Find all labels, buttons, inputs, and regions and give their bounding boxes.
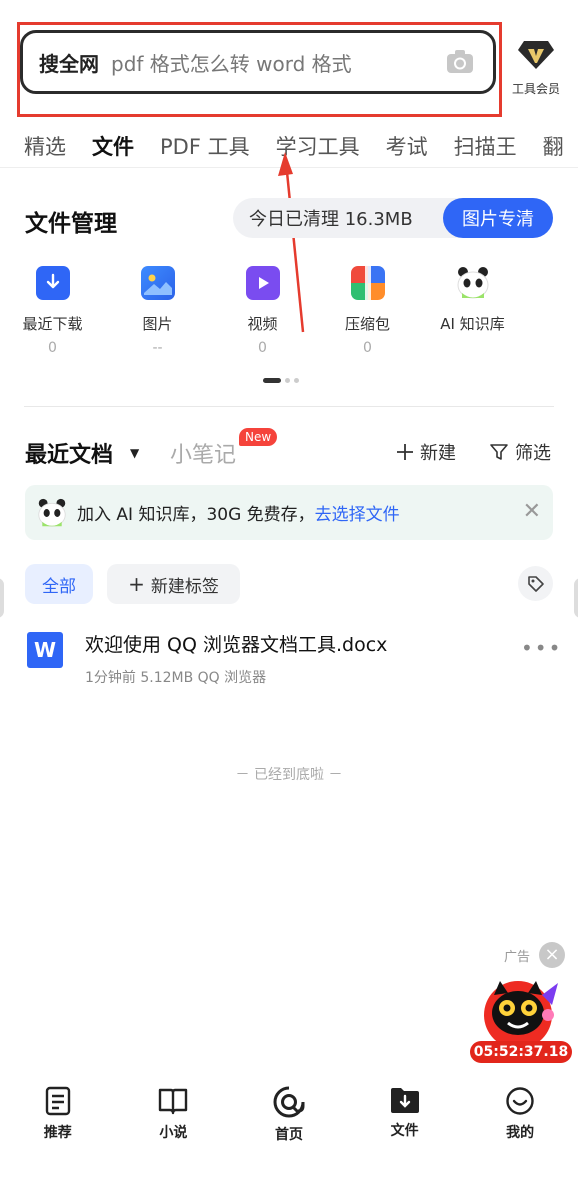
ad-timer: 05:52:37.18 bbox=[470, 1041, 572, 1063]
category-name: 视频 bbox=[247, 315, 278, 333]
plus-icon bbox=[397, 444, 413, 460]
image-icon bbox=[140, 266, 175, 300]
top-tabs: 精选 文件 PDF 工具 学习工具 考试 扫描王 翻 bbox=[0, 124, 578, 168]
image-clean-button[interactable]: 图片专清 bbox=[443, 198, 553, 238]
tab-featured[interactable]: 精选 bbox=[24, 131, 66, 161]
page-dot bbox=[285, 377, 290, 383]
tab-pdf-tools[interactable]: PDF 工具 bbox=[160, 131, 250, 161]
nav-files[interactable]: 文件 bbox=[347, 1080, 463, 1160]
chip-new-tag[interactable]: + 新建标签 bbox=[107, 564, 240, 604]
close-icon[interactable]: ✕ bbox=[523, 501, 541, 523]
bottom-nav: 推荐 小说 首页 文件 我的 bbox=[0, 1080, 578, 1160]
folder-icon bbox=[390, 1088, 419, 1113]
tab-exam[interactable]: 考试 bbox=[386, 131, 428, 161]
plus-icon: + bbox=[128, 572, 145, 596]
category-count: 0 bbox=[363, 340, 372, 356]
edge-handle-right bbox=[574, 578, 578, 618]
new-label: 新建 bbox=[420, 443, 456, 464]
nav-recommend[interactable]: 推荐 bbox=[0, 1080, 116, 1160]
category-images[interactable]: 图片 -- bbox=[105, 262, 210, 362]
panda-icon bbox=[456, 266, 490, 300]
category-count: -- bbox=[152, 340, 163, 356]
category-name: 图片 bbox=[142, 315, 173, 333]
category-videos[interactable]: 视频 0 bbox=[210, 262, 315, 362]
home-icon bbox=[273, 1086, 305, 1118]
doc-meta: 1分钟前 5.12MB QQ 浏览器 bbox=[85, 670, 267, 686]
search-bar[interactable]: 搜全网 pdf 格式怎么转 word 格式 bbox=[20, 30, 496, 94]
new-badge: New bbox=[239, 428, 278, 446]
chip-all[interactable]: 全部 bbox=[25, 564, 93, 604]
category-count: 0 bbox=[48, 340, 57, 356]
ad-cat-mascot-icon[interactable] bbox=[478, 975, 564, 1045]
tag-icon[interactable] bbox=[518, 566, 553, 601]
page-dot-active bbox=[263, 377, 281, 383]
category-ai-knowledge[interactable]: AI 知识库 bbox=[420, 262, 525, 362]
doc-name[interactable]: 欢迎使用 QQ 浏览器文档工具.docx bbox=[85, 630, 387, 657]
filter-button[interactable]: 筛选 bbox=[489, 439, 551, 465]
category-name: 压缩包 bbox=[344, 315, 390, 333]
filter-label: 筛选 bbox=[515, 443, 551, 464]
category-count: 0 bbox=[258, 340, 267, 356]
archive-icon bbox=[350, 266, 385, 300]
banner-link[interactable]: 去选择文件 bbox=[315, 500, 400, 525]
recent-docs-tab[interactable]: 最近文档 bbox=[25, 437, 113, 469]
nav-profile[interactable]: 我的 bbox=[462, 1080, 578, 1160]
filter-icon bbox=[490, 444, 508, 460]
nav-label: 小说 bbox=[159, 1125, 188, 1141]
end-of-list: － 已经到底啦 － bbox=[235, 767, 343, 783]
vip-label: 工具会员 bbox=[511, 82, 560, 96]
file-category-grid: 最近下载 0 图片 -- 视频 0 压缩包 0 AI 知识库 bbox=[0, 262, 578, 362]
word-doc-icon: W bbox=[27, 632, 63, 668]
banner-text: 加入 AI 知识库，30G 免费存， bbox=[77, 505, 315, 525]
page-indicator bbox=[263, 377, 299, 383]
category-name: AI 知识库 bbox=[440, 315, 505, 333]
edge-handle-left bbox=[0, 578, 4, 618]
ad-label: 广告 bbox=[504, 950, 531, 965]
nav-label: 我的 bbox=[506, 1125, 535, 1141]
book-icon bbox=[159, 1088, 188, 1115]
video-icon bbox=[245, 266, 280, 300]
cleaner-bar[interactable]: 今日已清理 16.3MB 图片专清 bbox=[233, 198, 553, 238]
ad-close-icon[interactable]: × bbox=[539, 942, 565, 968]
tool-vip[interactable]: 工具会员 bbox=[505, 38, 567, 100]
tab-files[interactable]: 文件 bbox=[92, 131, 134, 161]
file-management-title: 文件管理 bbox=[25, 211, 117, 237]
nav-home[interactable]: 首页 bbox=[231, 1080, 347, 1160]
category-archives[interactable]: 压缩包 0 bbox=[315, 262, 420, 362]
notes-tab[interactable]: 小笔记 bbox=[170, 437, 236, 469]
tab-translate[interactable]: 翻 bbox=[543, 131, 564, 161]
category-name: 最近下载 bbox=[22, 315, 83, 333]
new-button[interactable]: 新建 bbox=[396, 439, 456, 465]
status-area bbox=[0, 0, 578, 10]
chip-new-tag-label: 新建标签 bbox=[150, 576, 219, 597]
search-brand: 搜全网 bbox=[39, 51, 99, 76]
recommend-icon bbox=[45, 1086, 70, 1116]
nav-label: 首页 bbox=[274, 1127, 303, 1143]
tab-scanner[interactable]: 扫描王 bbox=[454, 131, 517, 161]
nav-label: 推荐 bbox=[43, 1125, 72, 1141]
caret-down-icon[interactable]: ▼ bbox=[130, 446, 139, 460]
category-downloads[interactable]: 最近下载 0 bbox=[0, 262, 105, 362]
profile-icon bbox=[506, 1087, 534, 1115]
ai-knowledge-banner[interactable]: 加入 AI 知识库，30G 免费存， 去选择文件 ✕ bbox=[25, 485, 553, 540]
more-icon[interactable]: ••• bbox=[521, 636, 562, 660]
file-page: 搜全网 pdf 格式怎么转 word 格式 工具会员 精选 文件 PDF 工具 … bbox=[0, 0, 578, 1193]
page-dot bbox=[294, 377, 299, 383]
tab-study-tools[interactable]: 学习工具 bbox=[276, 131, 360, 161]
download-icon bbox=[35, 266, 70, 300]
nav-label: 文件 bbox=[390, 1123, 419, 1139]
section-divider bbox=[24, 406, 554, 407]
nav-novel[interactable]: 小说 bbox=[116, 1080, 232, 1160]
panda-icon bbox=[38, 498, 66, 527]
camera-icon[interactable] bbox=[445, 49, 475, 75]
search-query[interactable]: pdf 格式怎么转 word 格式 bbox=[111, 48, 352, 77]
vip-diamond-icon bbox=[518, 41, 554, 69]
cleaned-text: 今日已清理 16.3MB bbox=[249, 209, 413, 230]
